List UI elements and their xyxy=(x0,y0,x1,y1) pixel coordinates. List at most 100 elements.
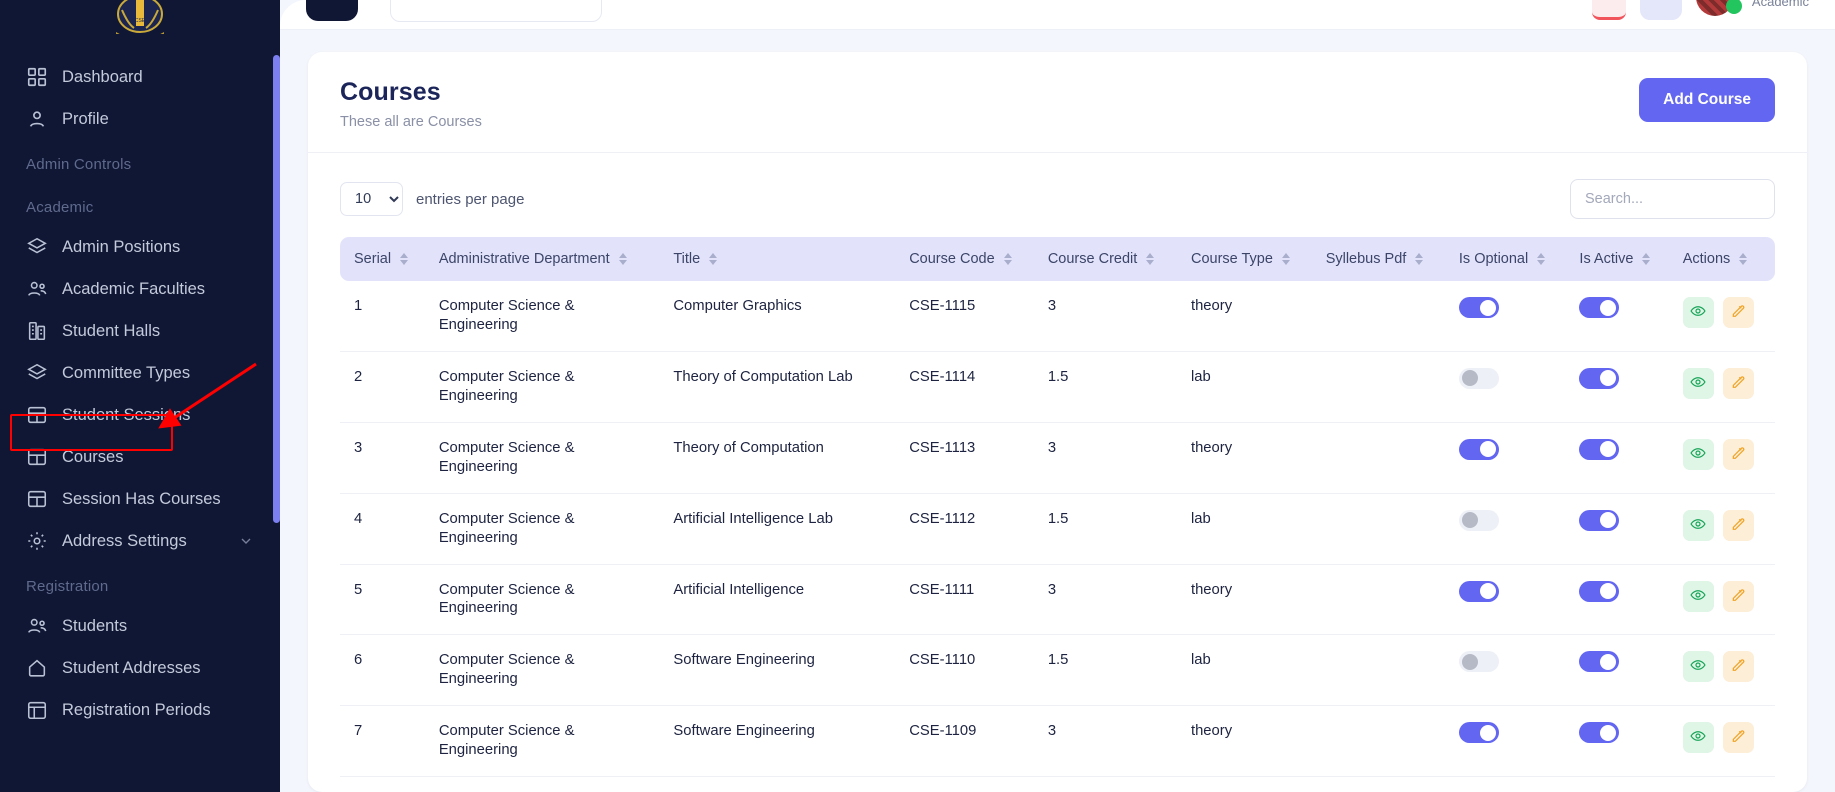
sort-icon[interactable] xyxy=(1537,253,1546,265)
cell-toggle-is-optional xyxy=(1449,352,1570,423)
column-header-course-code[interactable]: Course Code xyxy=(899,237,1038,281)
cell-syllabus-pdf xyxy=(1316,706,1449,777)
gear-icon xyxy=(26,530,48,552)
toggle-is-active[interactable] xyxy=(1579,651,1619,672)
edit-button[interactable] xyxy=(1723,581,1754,612)
action-buttons xyxy=(1683,439,1765,470)
sidebar-item-admin-positions[interactable]: Admin Positions xyxy=(0,226,280,268)
global-search-input[interactable] xyxy=(390,0,602,22)
view-button[interactable] xyxy=(1683,581,1714,612)
sidebar-item-label: Address Settings xyxy=(62,532,187,551)
toggle-is-active[interactable] xyxy=(1579,581,1619,602)
sidebar-item-student-halls[interactable]: Student Halls xyxy=(0,310,280,352)
column-header-actions[interactable]: Actions xyxy=(1673,237,1775,281)
menu-toggle-button[interactable] xyxy=(306,0,358,21)
toggle-is-optional[interactable] xyxy=(1459,581,1499,602)
view-button[interactable] xyxy=(1683,651,1714,682)
view-button[interactable] xyxy=(1683,510,1714,541)
sidebar-item-dashboard[interactable]: Dashboard xyxy=(0,56,280,98)
sidebar-item-academic-faculties[interactable]: Academic Faculties xyxy=(0,268,280,310)
column-header-is-active[interactable]: Is Active xyxy=(1569,237,1672,281)
sidebar-item-student-addresses[interactable]: Student Addresses xyxy=(0,647,280,689)
edit-icon xyxy=(1730,374,1746,393)
edit-icon xyxy=(1730,303,1746,322)
users-icon xyxy=(26,278,48,300)
toggle-is-optional[interactable] xyxy=(1459,651,1499,672)
cell-title: Database Management Systems Lab xyxy=(663,777,899,792)
column-header-administrative-department[interactable]: Administrative Department xyxy=(429,237,664,281)
edit-button[interactable] xyxy=(1723,722,1754,753)
view-button[interactable] xyxy=(1683,368,1714,399)
cell-course-code: CSE-1109 xyxy=(899,706,1038,777)
sidebar-item-session-has-courses[interactable]: Session Has Courses xyxy=(0,478,280,520)
sort-icon[interactable] xyxy=(1739,253,1748,265)
sidebar: CSE Dashboard xyxy=(0,0,280,792)
sidebar-item-committee-types[interactable]: Committee Types xyxy=(0,352,280,394)
search-input[interactable] xyxy=(1570,179,1775,219)
toggle-is-active[interactable] xyxy=(1579,510,1619,531)
sidebar-item-profile[interactable]: Profile xyxy=(0,98,280,140)
toggle-is-optional[interactable] xyxy=(1459,722,1499,743)
sort-icon[interactable] xyxy=(400,253,409,265)
column-header-serial[interactable]: Serial xyxy=(340,237,429,281)
cell-serial: 3 xyxy=(340,423,429,494)
eye-icon xyxy=(1690,303,1706,322)
sort-icon[interactable] xyxy=(709,253,718,265)
sort-icon[interactable] xyxy=(619,253,628,265)
cell-syllabus-pdf xyxy=(1316,635,1449,706)
add-course-button[interactable]: Add Course xyxy=(1639,78,1775,122)
sidebar-scrollbar[interactable] xyxy=(273,55,280,523)
cell-department: Computer Science & Engineering xyxy=(429,281,664,352)
cell-toggle-is-active xyxy=(1569,281,1672,352)
sidebar-section-admin-controls: Admin Controls xyxy=(0,140,280,183)
sort-icon[interactable] xyxy=(1004,253,1013,265)
sidebar-item-student-sessions[interactable]: Student Sessions xyxy=(0,394,280,436)
page-subtitle: These all are Courses xyxy=(340,114,482,130)
toggle-is-active[interactable] xyxy=(1579,368,1619,389)
sort-icon[interactable] xyxy=(1282,253,1291,265)
column-header-course-credit[interactable]: Course Credit xyxy=(1038,237,1181,281)
cell-toggle-is-active xyxy=(1569,635,1672,706)
sidebar-item-courses[interactable]: Courses xyxy=(0,436,280,478)
view-button[interactable] xyxy=(1683,297,1714,328)
toggle-is-active[interactable] xyxy=(1579,297,1619,318)
sidebar-item-registration-periods[interactable]: Registration Periods xyxy=(0,689,280,731)
toggle-is-active[interactable] xyxy=(1579,722,1619,743)
view-button[interactable] xyxy=(1683,439,1714,470)
edit-button[interactable] xyxy=(1723,439,1754,470)
university-crest-logo[interactable]: CSE xyxy=(0,0,280,34)
column-header-title[interactable]: Title xyxy=(663,237,899,281)
sidebar-item-students[interactable]: Students xyxy=(0,605,280,647)
column-header-course-type[interactable]: Course Type xyxy=(1181,237,1316,281)
notification-button[interactable] xyxy=(1592,0,1626,20)
column-header-label: Is Active xyxy=(1579,251,1633,267)
avatar[interactable] xyxy=(1696,0,1738,20)
table-row: 1Computer Science & EngineeringComputer … xyxy=(340,281,1775,352)
sort-icon[interactable] xyxy=(1415,253,1424,265)
cell-title: Artificial Intelligence Lab xyxy=(663,494,899,565)
content-area: Courses These all are Courses Add Course… xyxy=(280,30,1835,792)
cell-toggle-is-active xyxy=(1569,352,1672,423)
toggle-is-optional[interactable] xyxy=(1459,368,1499,389)
view-button[interactable] xyxy=(1683,722,1714,753)
sidebar-item-label: Student Halls xyxy=(62,322,160,341)
edit-button[interactable] xyxy=(1723,297,1754,328)
entries-per-page-select[interactable]: 102550100 xyxy=(340,182,403,216)
sort-icon[interactable] xyxy=(1146,253,1155,265)
cell-serial: 8 xyxy=(340,777,429,792)
language-button[interactable] xyxy=(1640,0,1682,20)
column-header-syllebus-pdf[interactable]: Syllebus Pdf xyxy=(1316,237,1449,281)
toggle-is-optional[interactable] xyxy=(1459,297,1499,318)
courses-card: Courses These all are Courses Add Course… xyxy=(308,52,1807,792)
sidebar-item-address-settings[interactable]: Address Settings xyxy=(0,520,280,562)
column-header-is-optional[interactable]: Is Optional xyxy=(1449,237,1570,281)
edit-button[interactable] xyxy=(1723,368,1754,399)
toggle-is-optional[interactable] xyxy=(1459,439,1499,460)
sidebar-item-label: Profile xyxy=(62,110,109,129)
cell-toggle-is-optional xyxy=(1449,706,1570,777)
sort-icon[interactable] xyxy=(1642,253,1651,265)
edit-button[interactable] xyxy=(1723,510,1754,541)
toggle-is-active[interactable] xyxy=(1579,439,1619,460)
edit-button[interactable] xyxy=(1723,651,1754,682)
toggle-is-optional[interactable] xyxy=(1459,510,1499,531)
